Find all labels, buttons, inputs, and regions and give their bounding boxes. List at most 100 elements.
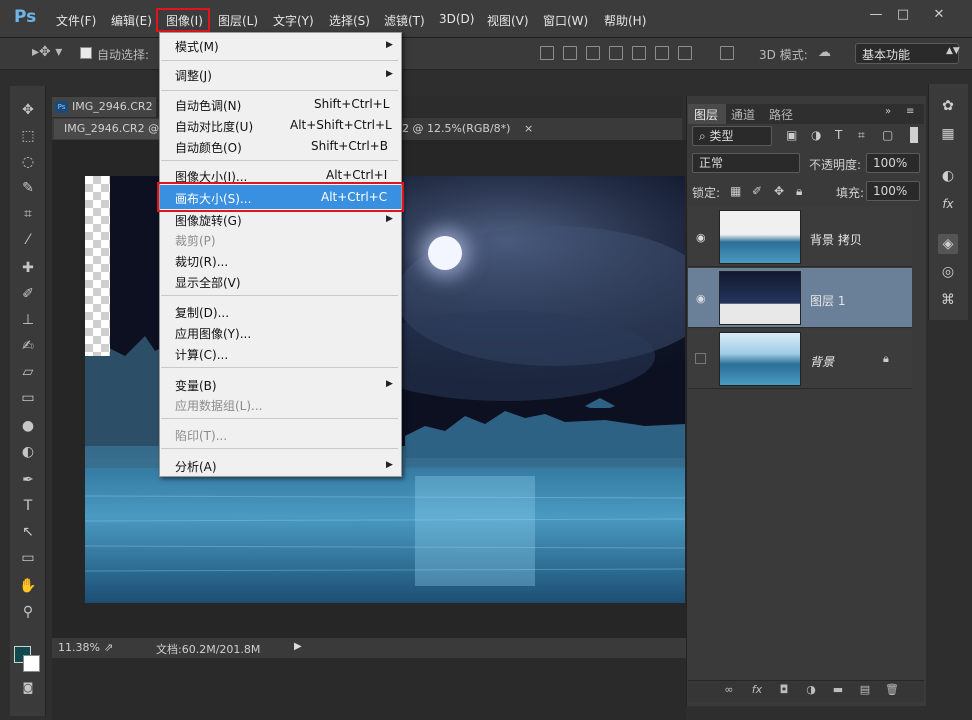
folder-icon[interactable]: ▬ [831,683,845,697]
dodge-tool-icon[interactable]: ◐ [18,442,38,462]
blur-tool-icon[interactable]: ● [18,416,38,436]
toolbar-header [10,72,46,84]
gradient-tool-icon[interactable]: ▭ [18,388,38,408]
layer-name[interactable]: 背景 [810,353,834,370]
menu-separator [161,90,398,91]
move-tool-icon[interactable]: ▸✥ ▾ [32,44,62,60]
menu-window[interactable]: 窗口(W) [543,12,588,29]
menu-item-adjustments[interactable]: 调整(J) [175,67,212,84]
brush-tool-icon[interactable]: ✐ [18,284,38,304]
eye-icon[interactable]: ◉ [696,292,708,305]
paths-panel-icon[interactable]: ⌘ [938,290,958,310]
menu-item-mode[interactable]: 模式(M) [175,38,219,55]
menu-item-auto-tone[interactable]: 自动色调(N) [175,97,241,114]
photoshop-window: Ps 文件(F) 编辑(E) 图像(I) 图层(L) 文字(Y) 选择(S) 滤… [0,0,972,720]
restore-button[interactable]: □ [891,6,915,24]
auto-select-checkbox[interactable] [80,47,92,59]
menu-3d[interactable]: 3D(D) [439,12,474,26]
type-tool-icon[interactable]: T [18,496,38,516]
lock-icon: 🔒︎ [883,352,889,365]
mask-icon[interactable]: ◘ [777,683,791,697]
menu-item-analysis[interactable]: 分析(A) [175,458,217,475]
path-select-tool-icon[interactable]: ↖ [18,522,38,542]
menu-item-calculations[interactable]: 计算(C)... [175,346,228,363]
layer-thumbnail [719,271,801,325]
menu-item-variables[interactable]: 变量(B) [175,377,217,394]
transparent-area [85,176,110,356]
menu-item-trim[interactable]: 裁切(R)... [175,253,228,270]
link-icon[interactable]: ∞ [722,683,736,697]
channels-panel-icon[interactable]: ◎ [938,262,958,282]
export-icon[interactable]: ⇗ [104,641,113,654]
menu-item-reveal-all[interactable]: 显示全部(V) [175,274,241,291]
menu-item-trap: 陷印(T)... [175,429,228,443]
trash-icon[interactable]: 🗑︎ [885,683,899,697]
menu-item-crop: 裁剪(P) [175,234,216,248]
canvas-size-annotation-box [157,182,404,212]
menu-item-apply-data-set: 应用数据组(L)... [175,399,263,413]
menu-item-image-rotation[interactable]: 图像旋转(G) [175,212,242,229]
layers-panel-icon[interactable]: ◈ [938,234,958,254]
minimize-button[interactable]: — [864,6,888,24]
menu-separator [161,295,398,296]
submenu-arrow-icon: ▶ [386,69,393,79]
layer-name[interactable]: 背景 拷贝 [810,231,862,248]
tab-doc1[interactable]: Ps IMG_2946.CR2 [52,97,156,117]
status-menu-arrow-icon[interactable]: ▶ [294,641,302,652]
move-tool-icon[interactable]: ✥ [18,100,38,120]
menu-image-annotation-box [156,8,210,32]
shortcut-canvas-size: Alt+Ctrl+C [321,190,388,204]
layer-name[interactable]: 图层 1 [810,292,845,309]
visibility-toggle-off[interactable] [695,353,706,364]
menu-item-auto-contrast[interactable]: 自动对比度(U) [175,118,253,135]
quick-select-tool-icon[interactable]: ✎ [18,178,38,198]
new-layer-icon[interactable]: ▤ [858,683,872,697]
healing-brush-tool-icon[interactable]: ✚ [18,258,38,278]
empty-area [52,658,686,720]
menu-separator [161,60,398,61]
stamp-tool-icon[interactable]: ⊥ [18,310,38,330]
zoom-tool-icon[interactable]: ⚲ [18,602,38,622]
lasso-tool-icon[interactable]: ◌ [18,152,38,172]
menu-edit[interactable]: 编辑(E) [111,12,152,29]
fx-icon[interactable]: fx [750,683,764,697]
adjustment-icon[interactable]: ◑ [804,683,818,697]
background-color-swatch[interactable] [23,655,40,672]
crop-tool-icon[interactable]: ⌗ [18,204,38,224]
submenu-arrow-icon: ▶ [386,40,393,50]
menu-separator [161,448,398,449]
menu-select[interactable]: 选择(S) [329,12,370,29]
close-button[interactable]: ✕ [927,6,951,24]
eyedropper-tool-icon[interactable]: ⁄ [18,230,38,250]
eraser-tool-icon[interactable]: ▱ [18,362,38,382]
menu-help[interactable]: 帮助(H) [604,12,646,29]
shortcut-auto-tone: Shift+Ctrl+L [314,97,390,111]
quick-mask-icon[interactable]: ◙ [18,678,38,698]
eye-icon[interactable]: ◉ [696,231,708,244]
tab-doc2[interactable]: IMG_2946.CR2 @ [54,119,159,139]
layer-thumbnail [719,332,801,386]
moon [428,236,462,270]
menu-separator [161,367,398,368]
auto-select-label: 自动选择: [97,48,150,62]
history-brush-tool-icon[interactable]: ✍ [18,336,38,356]
submenu-arrow-icon: ▶ [386,460,393,470]
marquee-tool-icon[interactable]: ⬚ [18,126,38,146]
menu-item-auto-color[interactable]: 自动颜色(O) [175,139,242,156]
menu-item-apply-image[interactable]: 应用图像(Y)... [175,325,251,342]
menu-filter[interactable]: 滤镜(T) [384,12,425,29]
tools-panel: ✥ ⬚ ◌ ✎ ⌗ ⁄ ✚ ✐ ⊥ ✍ ▱ ▭ ● ◐ ✒ T ↖ ▭ ✋ ⚲ … [10,86,46,716]
zoom-level[interactable]: 11.38% [58,641,100,654]
pen-tool-icon[interactable]: ✒ [18,470,38,490]
tab-doc2-label: IMG_2946.CR2 @ [64,122,159,135]
shortcut-auto-contrast: Alt+Shift+Ctrl+L [290,118,392,132]
menu-file[interactable]: 文件(F) [56,12,96,29]
menu-layer[interactable]: 图层(L) [218,12,258,29]
hand-tool-icon[interactable]: ✋ [18,576,38,596]
menu-separator [161,160,398,161]
menu-type[interactable]: 文字(Y) [273,12,314,29]
shape-tool-icon[interactable]: ▭ [18,548,38,568]
menu-item-duplicate[interactable]: 复制(D)... [175,304,229,321]
submenu-arrow-icon: ▶ [386,379,393,389]
menu-view[interactable]: 视图(V) [487,12,529,29]
